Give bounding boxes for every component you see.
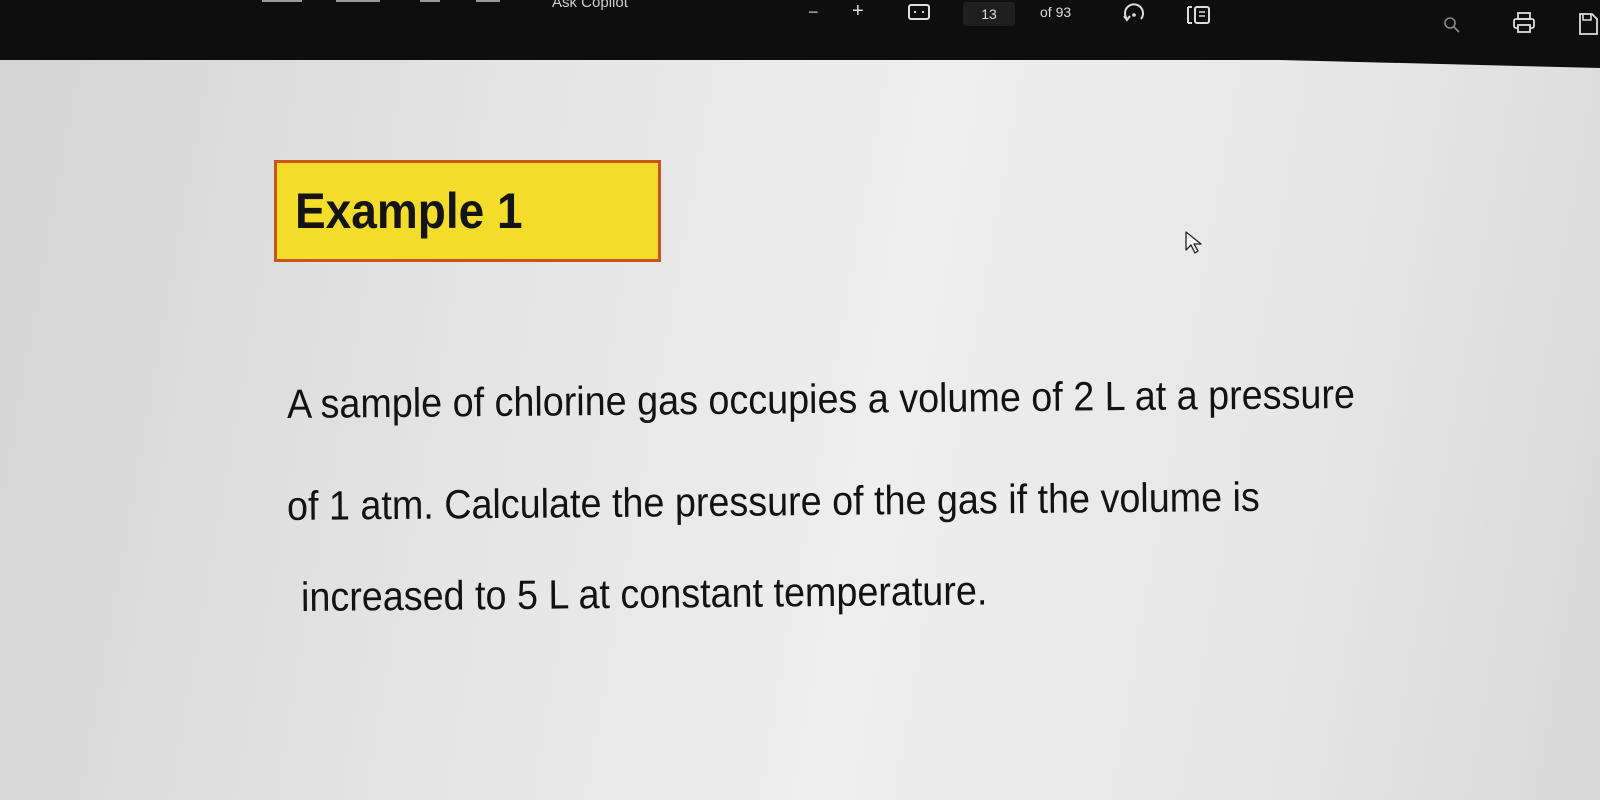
search-icon[interactable]	[1443, 16, 1461, 34]
problem-line-2: of 1 atm. Calculate the pressure of the …	[286, 473, 1260, 529]
toolbar-tool-2[interactable]	[336, 0, 380, 14]
toolbar-tool-3[interactable]	[420, 0, 440, 14]
zoom-out-button[interactable]: −	[808, 2, 819, 23]
fit-page-icon[interactable]	[908, 4, 930, 20]
problem-line-3: increased to 5 L at constant temperature…	[300, 567, 988, 620]
zoom-in-button[interactable]: +	[852, 0, 864, 23]
page-number-input[interactable]: 13	[963, 2, 1015, 26]
example-title-box: Example 1	[274, 160, 661, 262]
pdf-toolbar: Ask Copilot − + 13 of 93	[0, 0, 1600, 60]
ask-copilot-button[interactable]: Ask Copilot	[552, 0, 628, 11]
mouse-cursor-icon	[1185, 231, 1202, 254]
example-title: Example 1	[295, 183, 523, 239]
print-icon[interactable]	[1512, 12, 1536, 34]
save-icon[interactable]	[1578, 12, 1598, 36]
rotate-icon[interactable]	[1121, 2, 1147, 28]
toolbar-tool-1[interactable]	[262, 0, 302, 14]
document-page: Example 1 A sample of chlorine gas occup…	[0, 32, 1600, 800]
page-total-label: of 93	[1040, 4, 1072, 20]
page-view-icon[interactable]	[1185, 5, 1213, 25]
problem-line-1: A sample of chlorine gas occupies a volu…	[286, 370, 1356, 427]
toolbar-tool-4[interactable]	[476, 0, 500, 14]
